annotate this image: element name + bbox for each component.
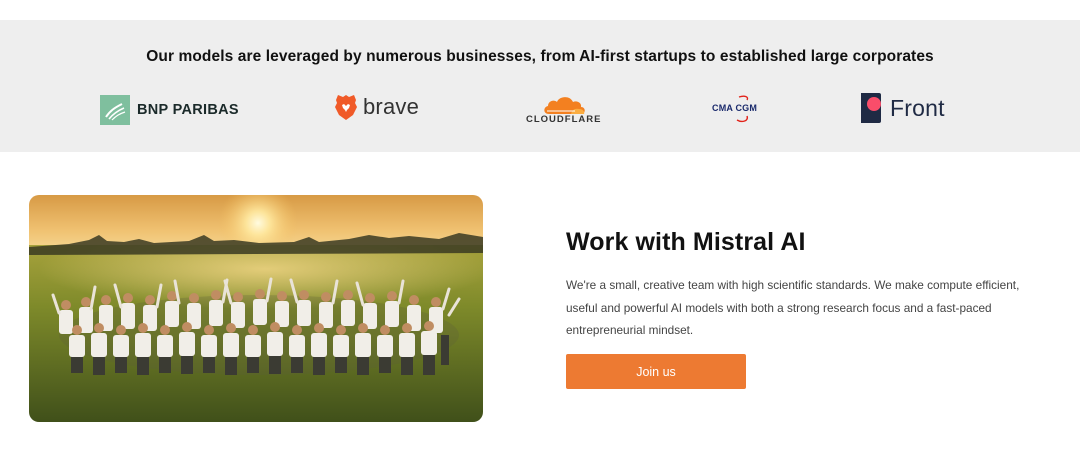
careers-heading: Work with Mistral AI: [566, 228, 806, 256]
join-us-button[interactable]: Join us: [566, 354, 746, 389]
team-group-photo: [29, 195, 483, 422]
front-logo: Front: [861, 93, 945, 123]
partner-logos-band: Our models are leveraged by numerous bus…: [0, 20, 1080, 152]
cloudflare-cloud-icon: [544, 97, 585, 114]
brave-wordmark: brave: [363, 94, 420, 119]
partners-title: Our models are leveraged by numerous bus…: [146, 48, 934, 65]
bnp-paribas-logo-mark-icon: [100, 95, 130, 125]
page: Our models are leveraged by numerous bus…: [0, 0, 1080, 456]
careers-description: We're a small, creative team with high s…: [566, 278, 1020, 337]
cma-cgm-wordmark: CMA CGM: [712, 103, 758, 113]
brave-lion-icon: [335, 95, 357, 120]
cma-cgm-logo: CMA CGM: [711, 94, 761, 124]
front-wordmark: Front: [890, 94, 945, 121]
front-logo-mark-icon: [861, 93, 881, 123]
bnp-paribas-logo: BNP PARIBAS: [100, 95, 239, 125]
brave-logo: brave: [334, 93, 419, 121]
cloudflare-wordmark: CLOUDFLARE: [526, 114, 602, 125]
bnp-paribas-wordmark: BNP PARIBAS: [137, 102, 239, 118]
cloudflare-logo: CLOUDFLARE: [526, 94, 601, 125]
cma-cgm-mark-icon: CMA CGM: [711, 94, 761, 124]
